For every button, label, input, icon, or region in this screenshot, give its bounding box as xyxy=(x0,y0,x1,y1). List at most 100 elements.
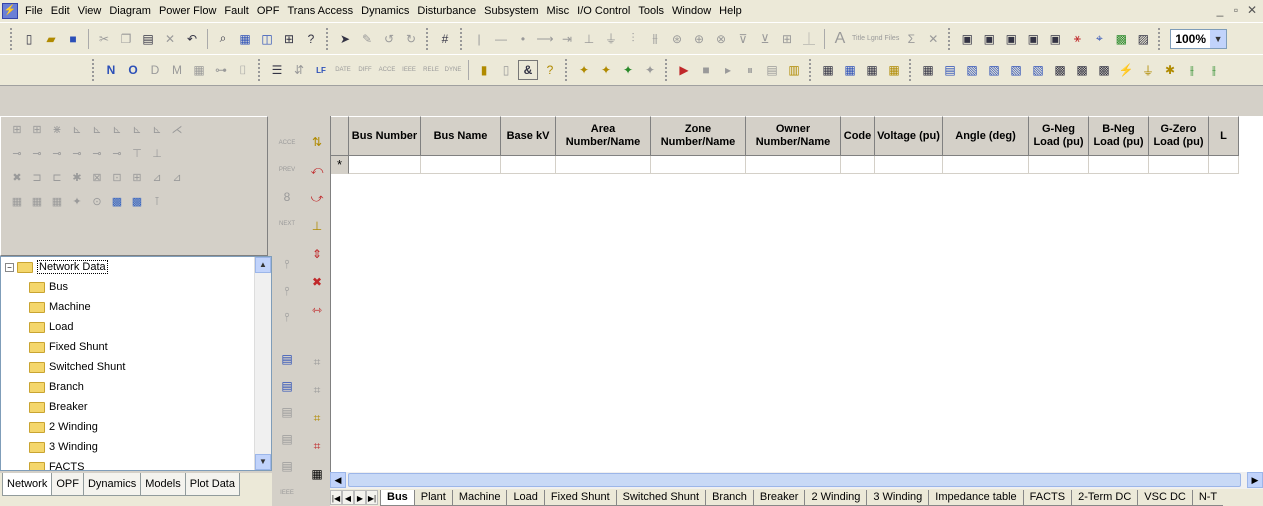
palette-icon[interactable]: ⋇ xyxy=(49,123,65,137)
grid-cell[interactable] xyxy=(1089,156,1149,174)
tree-scrollbar[interactable]: ▲ ▼ xyxy=(254,257,271,470)
pause-icon[interactable]: ⏸ xyxy=(740,60,760,80)
palette-icon[interactable]: ✱ xyxy=(69,171,85,185)
palette-icon[interactable]: ⊸ xyxy=(29,147,45,161)
pv-icon[interactable]: ▧ xyxy=(962,60,982,80)
scroll-thumb[interactable] xyxy=(348,473,1241,487)
step-icon[interactable]: ▸ xyxy=(718,60,738,80)
palette-icon[interactable]: ⊐ xyxy=(29,171,45,185)
palette-icon[interactable]: ▩ xyxy=(109,195,125,209)
stack2-icon[interactable]: ⌗ xyxy=(306,376,328,404)
palette-icon[interactable]: ▦ xyxy=(49,195,65,209)
acce-label[interactable]: ACCE xyxy=(276,130,298,157)
sheet-tab-load[interactable]: Load xyxy=(506,489,544,506)
palette-icon[interactable]: ⊤ xyxy=(129,147,145,161)
grid-new-row[interactable]: * xyxy=(331,156,1239,174)
tree-item[interactable]: Switched Shunt xyxy=(1,357,271,377)
stack-icon[interactable]: ⌗ xyxy=(306,348,328,376)
switched-shunt-icon[interactable]: ⊻ xyxy=(755,29,775,49)
sheet-tab-plant[interactable]: Plant xyxy=(413,489,452,506)
menu-item-diagram[interactable]: Diagram xyxy=(105,0,155,22)
palette-icon[interactable]: ⊾ xyxy=(109,123,125,137)
grid-cell[interactable] xyxy=(556,156,651,174)
svc-icon[interactable]: ⊽ xyxy=(733,29,753,49)
palette-icon[interactable]: ⊠ xyxy=(89,171,105,185)
tree-item[interactable]: Load xyxy=(1,317,271,337)
ieee-button[interactable]: IEEE xyxy=(276,479,298,506)
rele-button[interactable]: RELE xyxy=(421,60,441,80)
toolbar-grip[interactable] xyxy=(10,27,14,50)
tree-root[interactable]: − Network Data xyxy=(1,257,271,277)
toolbar-grip[interactable] xyxy=(909,59,913,81)
toolbar-grip[interactable] xyxy=(665,59,669,81)
close-icon[interactable]: ✕ xyxy=(1245,3,1259,17)
menu-item-edit[interactable]: Edit xyxy=(47,0,74,22)
transformer3-icon[interactable]: ⫯ xyxy=(276,305,298,332)
machine-icon[interactable]: ⊛ xyxy=(667,29,687,49)
scroll-up-icon[interactable]: ▲ xyxy=(255,257,271,273)
sheet-tab-machine[interactable]: Machine xyxy=(451,489,507,506)
palette-icon[interactable]: ⊸ xyxy=(109,147,125,161)
select-pointer-icon[interactable]: ➤ xyxy=(335,29,355,49)
plot-icon[interactable]: ▤ xyxy=(762,60,782,80)
menu-item-subsystem[interactable]: Subsystem xyxy=(480,0,542,22)
column-header[interactable]: Zone Number/Name xyxy=(651,116,746,156)
palette-icon[interactable]: ⋌ xyxy=(169,123,185,137)
swap-icon[interactable]: ⇅ xyxy=(306,128,328,156)
stop-icon[interactable]: ■ xyxy=(696,60,716,80)
palette-icon[interactable]: ▦ xyxy=(9,195,25,209)
palette-icon[interactable]: ⊸ xyxy=(89,147,105,161)
first-sheet-icon[interactable]: |◀ xyxy=(330,490,342,505)
legend-label[interactable]: Lgnd xyxy=(867,29,883,49)
menu-item-misc[interactable]: Misc xyxy=(543,0,574,22)
contingency-icon[interactable]: ▩ xyxy=(1050,60,1070,80)
palette-icon[interactable]: ⊸ xyxy=(69,147,85,161)
rotate-left-icon[interactable]: ↺ xyxy=(379,29,399,49)
disconnect-icon[interactable]: ⇿ xyxy=(306,296,328,324)
other-plot-icon[interactable]: ▤ xyxy=(276,452,298,479)
scroll-down-icon[interactable]: ▼ xyxy=(255,454,271,470)
tab-dynamics[interactable]: Dynamics xyxy=(82,473,142,496)
machine-plot-icon[interactable]: ▤ xyxy=(276,399,298,426)
prev-button[interactable]: PREV xyxy=(276,157,298,184)
facts-icon[interactable]: ⊕ xyxy=(689,29,709,49)
palette-icon[interactable]: ⊾ xyxy=(129,123,145,137)
network-icon[interactable]: ⚹ xyxy=(1067,29,1087,49)
zoom-select[interactable]: 100% ▼ xyxy=(1170,28,1228,49)
menu-item-help[interactable]: Help xyxy=(715,0,746,22)
palette-icon[interactable]: ✦ xyxy=(69,195,85,209)
copy-icon[interactable]: ❐ xyxy=(116,29,136,49)
sheet-tab-branch[interactable]: Branch xyxy=(705,489,753,506)
save-icon[interactable]: ■ xyxy=(63,29,83,49)
acce-button[interactable]: ACCE xyxy=(377,60,397,80)
step-back-icon[interactable]: ⤺ xyxy=(306,156,328,184)
list-icon[interactable]: ☰ xyxy=(267,60,287,80)
tree-item[interactable]: Branch xyxy=(1,377,271,397)
transformer2-icon[interactable]: ⫯ xyxy=(276,278,298,305)
zoom-area-icon[interactable]: ⌖ xyxy=(1089,29,1109,49)
toolbar-grip[interactable] xyxy=(809,59,813,81)
palette-icon[interactable]: ⊥ xyxy=(149,147,165,161)
chart-icon[interactable]: ▨ xyxy=(1133,29,1153,49)
palette-icon[interactable]: ⊞ xyxy=(9,123,25,137)
fault-line-icon[interactable]: ⇕ xyxy=(306,240,328,268)
grid-cell[interactable] xyxy=(1149,156,1209,174)
chevron-down-icon[interactable]: ▼ xyxy=(1210,29,1227,48)
column-header[interactable]: G-Zero Load (pu) xyxy=(1149,116,1209,156)
scroll-right-icon[interactable]: ▶ xyxy=(1247,472,1263,488)
wizard4-icon[interactable]: ✦ xyxy=(640,60,660,80)
delete-icon[interactable]: ✕ xyxy=(160,29,180,49)
dc-line-icon[interactable]: ⊗ xyxy=(711,29,731,49)
n-button[interactable]: N xyxy=(101,60,121,80)
tab-models[interactable]: Models xyxy=(140,473,186,496)
palette-icon[interactable]: ⊸ xyxy=(49,147,65,161)
minimize-icon[interactable]: _ xyxy=(1213,3,1227,17)
palette-icon[interactable]: ⊾ xyxy=(69,123,85,137)
tab-plot-data[interactable]: Plot Data xyxy=(184,473,240,496)
gold-stack-icon[interactable]: ⌗ xyxy=(306,404,328,432)
palette-icon[interactable]: ⊞ xyxy=(29,123,45,137)
fault-icon[interactable]: ▦ xyxy=(918,60,938,80)
tree-item[interactable]: 2 Winding xyxy=(1,417,271,437)
palette-icon[interactable]: ⊾ xyxy=(89,123,105,137)
paste-icon[interactable]: ▤ xyxy=(138,29,158,49)
